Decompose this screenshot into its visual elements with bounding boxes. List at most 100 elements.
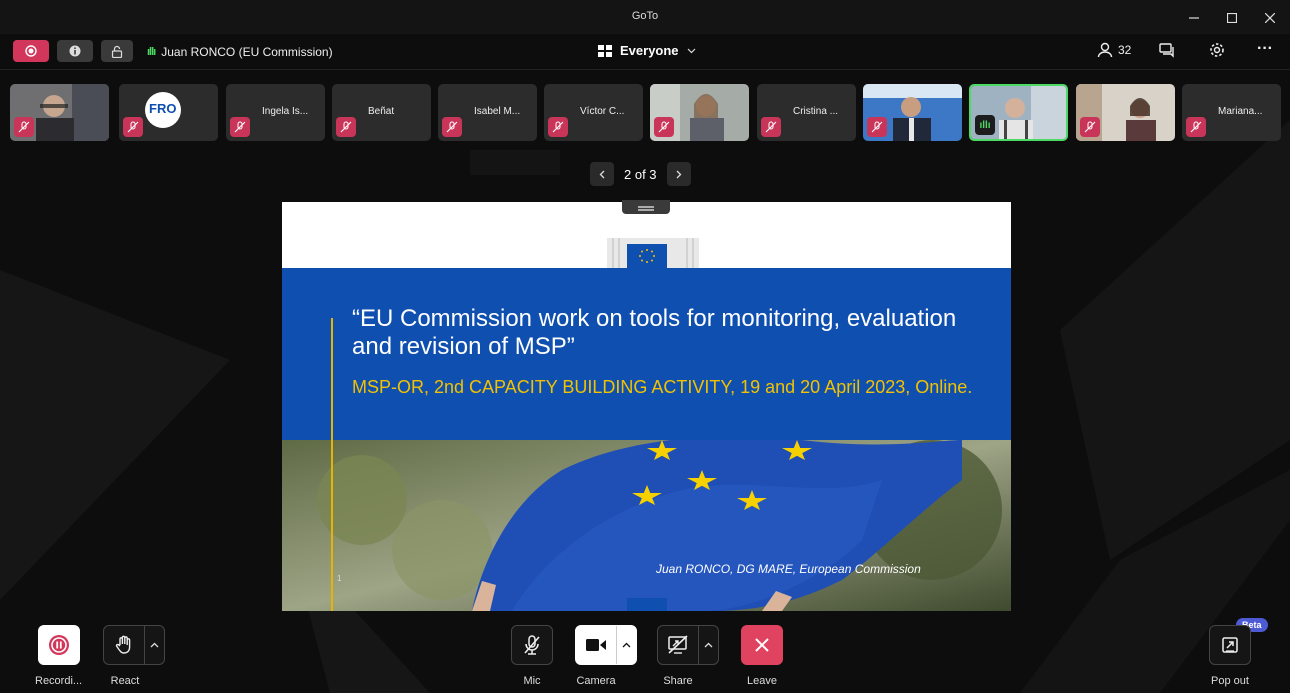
camera-icon [586, 639, 606, 651]
shared-screen: European Commission “EU Commission work … [282, 202, 1011, 611]
lock-button[interactable] [101, 40, 133, 62]
maximize-icon [1227, 13, 1237, 23]
participant-name: Cristina ... [793, 106, 839, 117]
participant-pager: 2 of 3 [590, 162, 691, 186]
record-label: Recordi... [35, 675, 83, 687]
participant-tile[interactable]: FRO [119, 84, 218, 141]
participant-logo-text: FRO [149, 101, 177, 116]
camera-button[interactable] [576, 626, 616, 664]
mic-off-icon [18, 121, 30, 133]
active-speaker-name: Juan RONCO (EU Commission) [161, 45, 333, 59]
eu-flag-photo [282, 440, 1011, 611]
next-page-button[interactable] [666, 162, 691, 186]
muted-indicator [230, 117, 250, 137]
participant-name: Víctor C... [580, 106, 625, 117]
minimize-button[interactable] [1180, 6, 1208, 30]
minimize-icon [1189, 17, 1199, 19]
participant-tile[interactable]: Ingela Is... [226, 84, 325, 141]
share-button[interactable] [658, 626, 698, 664]
audio-level-icon: ıllı [147, 46, 156, 58]
participant-count: 32 [1118, 43, 1132, 57]
popout-icon [1222, 637, 1238, 653]
muted-indicator [654, 117, 674, 137]
camera-label: Camera [576, 675, 616, 687]
share-label: Share [663, 675, 693, 687]
grid-view-icon [598, 44, 612, 57]
slide-title: “EU Commission work on tools for monitor… [352, 305, 957, 360]
mic-off-icon [446, 121, 458, 133]
popout-label: Pop out [1211, 675, 1249, 687]
slide-drag-handle[interactable] [622, 200, 670, 214]
slide-credit: Juan RONCO, DG MARE, European Commission [656, 562, 921, 576]
participant-name: Isabel M... [474, 106, 521, 117]
mic-off-icon [340, 121, 352, 133]
settings-button[interactable] [1209, 42, 1225, 58]
recording-indicator-button[interactable] [13, 40, 49, 62]
page-indicator: 2 of 3 [624, 166, 657, 182]
participant-tile[interactable]: Cristina ... [757, 84, 856, 141]
participant-tile[interactable]: Víctor C... [544, 84, 643, 141]
person-icon [1097, 42, 1113, 58]
leave-button[interactable] [742, 626, 782, 664]
mic-label: Mic [523, 675, 541, 687]
share-control: Share [657, 625, 719, 687]
react-button[interactable] [104, 626, 144, 664]
leave-label: Leave [747, 675, 777, 687]
popout-button[interactable] [1210, 626, 1250, 664]
mic-off-icon [765, 121, 777, 133]
react-options-button[interactable] [144, 626, 164, 664]
meeting-toolbar: ıllı Juan RONCO (EU Commission) Everyone… [0, 34, 1290, 70]
mic-off-icon [658, 121, 670, 133]
muted-indicator [548, 117, 568, 137]
mic-button[interactable] [512, 626, 552, 664]
info-button[interactable] [57, 40, 93, 62]
muted-indicator [336, 117, 356, 137]
muted-indicator [761, 117, 781, 137]
window-title: GoTo [631, 10, 659, 22]
participant-tile-active[interactable]: ıllı [969, 84, 1068, 141]
close-icon [755, 638, 769, 652]
slide-subtitle: MSP-OR, 2nd CAPACITY BUILDING ACTIVITY, … [352, 377, 973, 397]
stop-recording-button[interactable] [39, 626, 79, 664]
participants-button[interactable]: 32 [1097, 42, 1131, 58]
accent-line [331, 318, 333, 611]
mic-off-icon [127, 121, 139, 133]
gear-icon [1210, 43, 1224, 57]
participant-tile[interactable]: Beñat [332, 84, 431, 141]
muted-indicator [1080, 117, 1100, 137]
more-options-button[interactable]: ··· [1257, 40, 1273, 58]
previous-page-button[interactable] [590, 162, 614, 186]
mic-off-icon [871, 121, 883, 133]
participant-tile[interactable] [650, 84, 749, 141]
mic-off-icon [1084, 121, 1096, 133]
chevron-up-icon [622, 642, 631, 648]
title-bar: GoTo [0, 0, 1290, 34]
mic-off-icon [1190, 121, 1202, 133]
share-screen-off-icon [668, 635, 688, 654]
maximize-button[interactable] [1218, 6, 1246, 30]
participant-tile[interactable]: Isabel M... [438, 84, 537, 141]
participant-tile[interactable]: Mariana... [1182, 84, 1281, 141]
close-window-button[interactable] [1256, 6, 1284, 30]
chevron-up-icon [704, 642, 713, 648]
muted-indicator [14, 117, 34, 137]
mic-off-icon [524, 635, 540, 655]
footer-bar [627, 598, 667, 611]
participant-tile[interactable] [10, 84, 109, 141]
muted-indicator [123, 117, 143, 137]
participant-tile[interactable] [1076, 84, 1175, 141]
stop-record-icon [48, 635, 69, 655]
react-label: React [110, 675, 140, 687]
camera-options-button[interactable] [616, 626, 636, 664]
muted-indicator [867, 117, 887, 137]
chevron-right-icon [676, 170, 681, 178]
chat-button[interactable] [1159, 42, 1175, 58]
participant-tile[interactable] [863, 84, 962, 141]
participant-name: Beñat [368, 106, 395, 117]
share-options-button[interactable] [698, 626, 718, 664]
chat-icon [1159, 43, 1174, 58]
camera-control: Camera [575, 625, 637, 687]
view-selector-label: Everyone [620, 43, 679, 58]
view-selector[interactable]: Everyone [598, 43, 696, 58]
mic-control: Mic [511, 625, 553, 687]
